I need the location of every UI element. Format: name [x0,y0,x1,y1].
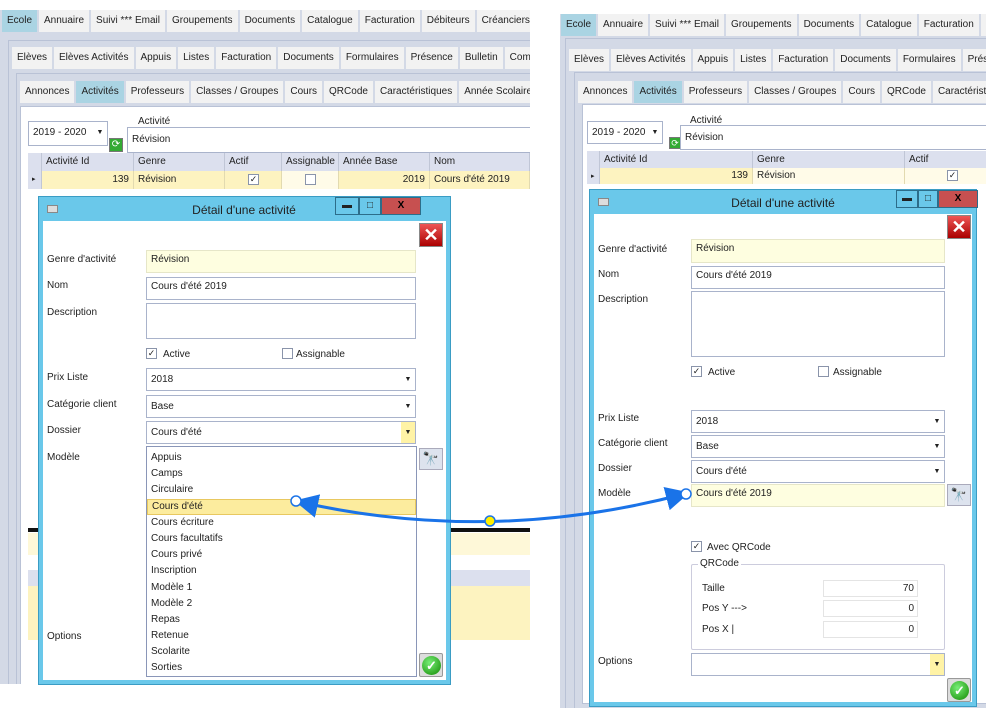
arrow-mid-handle [484,515,496,527]
arrow-end-handle [680,488,692,500]
connector-arrow [290,486,692,527]
arrow-start-handle [290,495,302,507]
